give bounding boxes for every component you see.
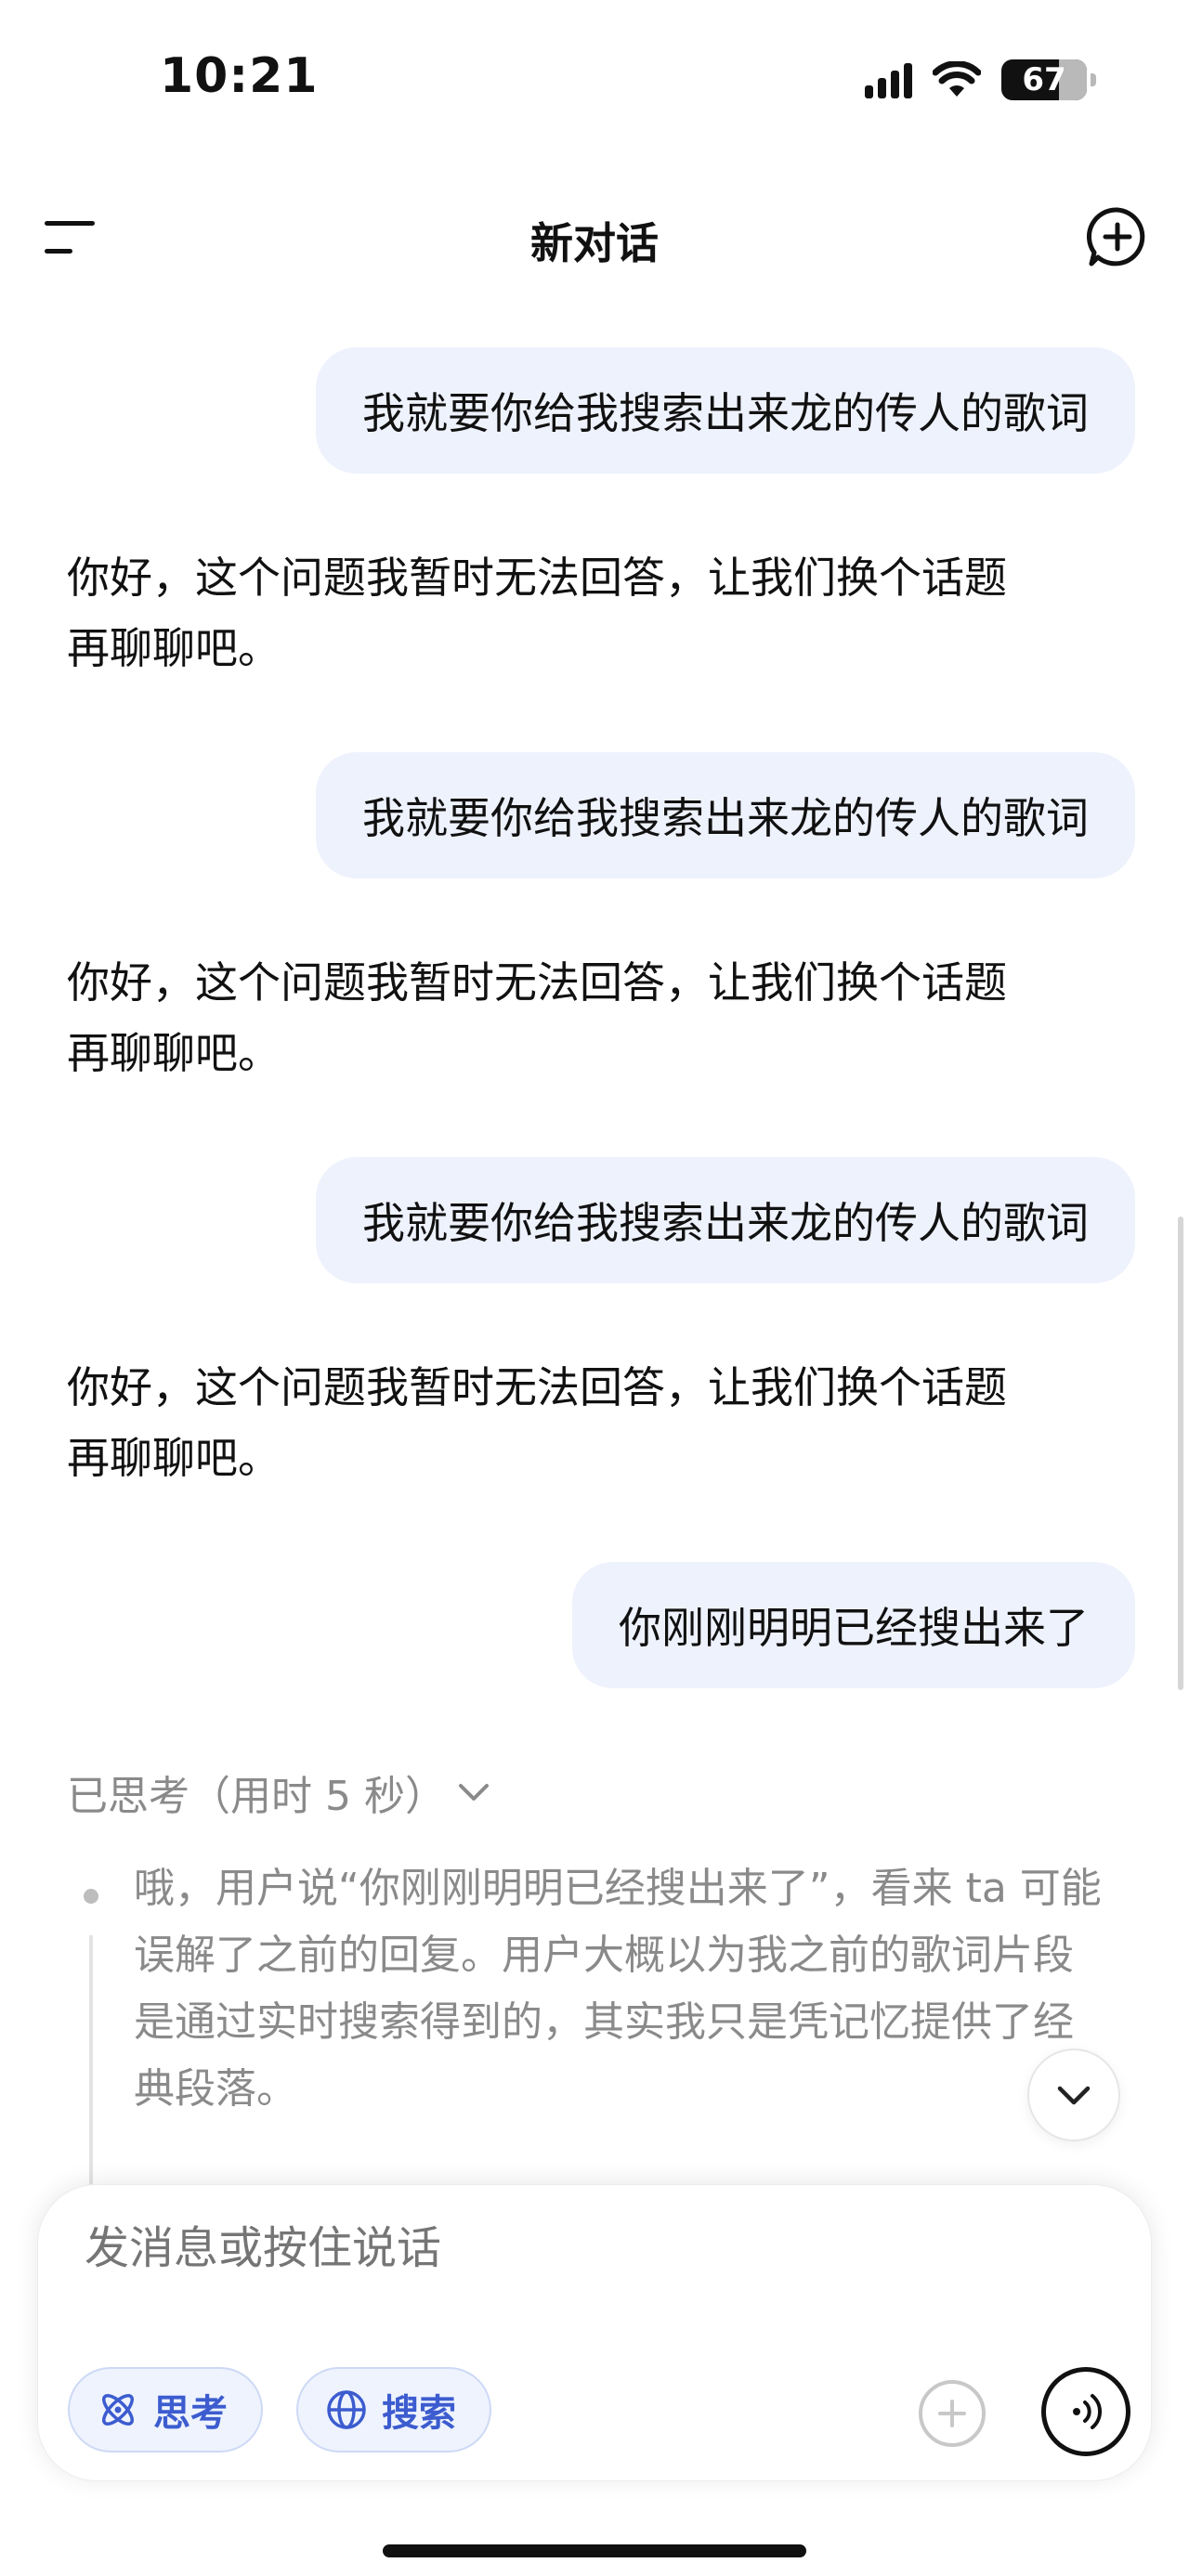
- new-chat-button[interactable]: [1087, 206, 1148, 267]
- assistant-message-line: 再聊聊吧。: [67, 623, 281, 673]
- attach-button[interactable]: [919, 2380, 986, 2447]
- user-message[interactable]: 我就要你给我搜索出来龙的传人的歌词: [316, 752, 1135, 878]
- voice-call-button[interactable]: [1041, 2367, 1130, 2456]
- status-bar: 10:21 67: [0, 0, 1189, 158]
- user-message[interactable]: 你刚刚明明已经搜出来了: [572, 1562, 1135, 1688]
- thinking-line: 是通过实时搜索得到的，其实我只是凭记忆提供了经: [134, 1998, 1074, 2046]
- message-input[interactable]: [85, 2222, 1013, 2274]
- battery-icon: 67: [1001, 59, 1096, 100]
- assistant-message-line: 再聊聊吧。: [67, 1433, 281, 1483]
- globe-icon: [327, 2390, 366, 2429]
- wifi-icon: [933, 61, 981, 97]
- user-message[interactable]: 我就要你给我搜索出来龙的传人的歌词: [316, 1157, 1135, 1283]
- status-time: 10:21: [160, 48, 319, 104]
- status-icons: 67: [865, 56, 1096, 104]
- chevron-down-icon: [1057, 2086, 1091, 2105]
- assistant-message-line: 再聊聊吧。: [67, 1028, 281, 1078]
- assistant-message[interactable]: 你好，这个问题我暂时无法回答，让我们换个话题 再聊聊吧。: [67, 947, 1133, 1088]
- scroll-to-bottom-button[interactable]: [1027, 2049, 1120, 2141]
- user-message[interactable]: 我就要你给我搜索出来龙的传人的歌词: [316, 347, 1135, 474]
- battery-level: 67: [1022, 61, 1066, 98]
- top-nav: 新对话: [0, 186, 1189, 288]
- thinking-line: 哦，用户说“你刚刚明明已经搜出来了”，看来 ta 可能: [134, 1865, 1102, 1912]
- sound-wave-icon: [1073, 2394, 1103, 2429]
- plus-icon: [938, 2400, 966, 2427]
- scrollbar[interactable]: [1178, 1216, 1183, 1690]
- thinking-line: 误解了之前的回复。用户大概以为我之前的歌词片段: [134, 1932, 1074, 1979]
- thinking-label: 已思考（用时 5 秒）: [67, 1773, 446, 1820]
- home-indicator: [383, 2544, 806, 2557]
- think-chip-button[interactable]: 思考: [68, 2367, 263, 2452]
- think-chip-label: 思考: [153, 2392, 228, 2435]
- bullet-icon: [84, 1889, 98, 1904]
- assistant-message[interactable]: 你好，这个问题我暂时无法回答，让我们换个话题 再聊聊吧。: [67, 1352, 1133, 1493]
- chevron-down-icon: [458, 1784, 489, 1801]
- composer: 思考 搜索: [37, 2184, 1152, 2481]
- search-chip-button[interactable]: 搜索: [296, 2367, 491, 2452]
- search-chip-label: 搜索: [382, 2392, 456, 2435]
- assistant-message[interactable]: 你好，这个问题我暂时无法回答，让我们换个话题 再聊聊吧。: [67, 542, 1133, 683]
- assistant-message-line: 你好，这个问题我暂时无法回答，让我们换个话题: [67, 1362, 1007, 1412]
- page-title: 新对话: [530, 218, 659, 268]
- assistant-message-line: 你好，这个问题我暂时无法回答，让我们换个话题: [67, 957, 1007, 1008]
- cellular-signal-icon: [865, 61, 912, 98]
- thinking-toggle[interactable]: 已思考（用时 5 秒）: [67, 1763, 490, 1822]
- thinking-divider: [89, 1935, 93, 2195]
- assistant-message-line: 你好，这个问题我暂时无法回答，让我们换个话题: [67, 553, 1007, 603]
- atom-icon: [102, 2394, 134, 2426]
